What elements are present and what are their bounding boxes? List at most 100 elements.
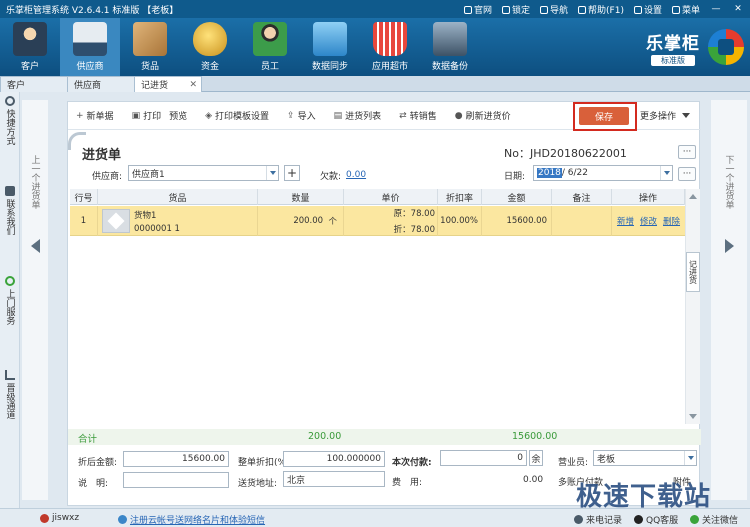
- scroll-down-icon[interactable]: [689, 414, 697, 419]
- help-icon: [578, 5, 587, 14]
- next-document-nav[interactable]: 下一个进货单: [711, 100, 747, 500]
- tab-bar: 客户 供应商 记进货 ✕: [0, 76, 750, 92]
- purchase-side-handle[interactable]: 记进货: [686, 252, 700, 292]
- more-actions-dropdown[interactable]: 更多操作: [640, 109, 691, 122]
- app-market-icon: [373, 22, 407, 56]
- phone-icon: [574, 515, 583, 524]
- wechat-icon: [690, 515, 699, 524]
- toolbar-sync-button[interactable]: 数据同步: [300, 18, 360, 76]
- tab-close-icon[interactable]: ✕: [189, 80, 197, 90]
- refresh-price-button[interactable]: ● 刷新进货价: [454, 109, 511, 123]
- settings-link[interactable]: 设置: [633, 3, 662, 16]
- cell-price[interactable]: 原：78.00 折：78.00: [344, 206, 438, 236]
- cell-qty[interactable]: 200.00 个: [258, 206, 344, 236]
- preview-button[interactable]: 预览: [169, 109, 187, 122]
- call-log-link[interactable]: 来电记录: [574, 513, 622, 526]
- col-header-discount: 折扣率: [438, 189, 482, 205]
- toolbar-app-market-button[interactable]: 应用超市: [360, 18, 420, 76]
- purchase-panel: + 新单据 ▣ 打印 预览 ◈ 打印模板设置 ⇪ 导入 ▤ 进货列表 ⇄ 转销售 ● 刷新进货…: [67, 101, 701, 506]
- import-button[interactable]: ⇪ 导入: [287, 109, 316, 123]
- follow-wechat-link[interactable]: 关注微信: [690, 513, 738, 526]
- table-row[interactable]: 1 货物1 0000001 1 200.00 个 原：78.00 折：78.00…: [70, 206, 685, 236]
- document-more-button[interactable]: ···: [678, 145, 696, 159]
- toolbar-backup-button[interactable]: 数据备份: [420, 18, 480, 76]
- after-discount-field[interactable]: 15600.00: [123, 451, 229, 467]
- table-scrollbar[interactable]: [685, 189, 700, 424]
- seller-select[interactable]: 老板: [593, 450, 697, 466]
- new-document-button[interactable]: + 新单据: [76, 109, 114, 123]
- minimize-button[interactable]: —: [710, 4, 722, 14]
- row-add-link[interactable]: 新增: [617, 215, 634, 227]
- owed-amount-link[interactable]: 0.00: [346, 170, 366, 180]
- note-label: 说 明:: [78, 479, 109, 489]
- fee-value: 0.00: [523, 475, 544, 485]
- import-icon: ⇪: [287, 110, 295, 121]
- note-field[interactable]: [123, 472, 229, 488]
- address-field[interactable]: 北京: [283, 471, 385, 487]
- current-user: jiswxz: [40, 513, 79, 523]
- print-template-button[interactable]: ◈ 打印模板设置: [205, 109, 269, 123]
- row-edit-link[interactable]: 修改: [640, 215, 657, 227]
- purchase-list-button[interactable]: ▤ 进货列表: [333, 109, 382, 123]
- supplier-select[interactable]: 供应商1: [128, 165, 279, 181]
- date-picker[interactable]: 2018/ 6/22: [533, 165, 673, 181]
- sidebar-item-upgrade[interactable]: 晋级通道: [0, 370, 20, 419]
- sidebar-item-shortcuts[interactable]: 快捷方式: [0, 96, 20, 145]
- balance-button[interactable]: 余: [529, 450, 543, 466]
- whole-discount-field[interactable]: 100.000000: [283, 451, 385, 467]
- save-button[interactable]: 保存: [579, 107, 629, 125]
- official-site-link[interactable]: 官网: [463, 3, 492, 16]
- add-supplier-button[interactable]: +: [284, 165, 300, 181]
- menu-icon: [671, 5, 680, 14]
- toolbar-customer-button[interactable]: 客户: [0, 18, 60, 76]
- address-label: 送货地址:: [238, 479, 278, 489]
- print-button[interactable]: ▣ 打印: [132, 109, 162, 123]
- cell-line-no: 1: [70, 206, 98, 236]
- whole-discount-label: 整单折扣(%): [238, 458, 290, 468]
- sidebar-item-onsite-service[interactable]: 上门服务: [0, 276, 20, 325]
- scroll-up-icon[interactable]: [689, 194, 697, 199]
- upgrade-icon: [5, 370, 15, 380]
- cell-goods[interactable]: 货物1 0000001 1: [98, 206, 258, 236]
- register-link[interactable]: 注册云帐号送网络名片和体验短信: [118, 513, 265, 526]
- toolbar-supplier-button[interactable]: 供应商: [60, 18, 120, 76]
- tab-supplier[interactable]: 供应商: [67, 76, 135, 92]
- cell-amount[interactable]: 15600.00: [482, 206, 552, 236]
- toolbar-funds-button[interactable]: 资金: [180, 18, 240, 76]
- brand-edition: 标准版: [651, 54, 695, 66]
- lock-link[interactable]: 锁定: [502, 3, 530, 16]
- title-bar: 乐掌柜管理系统 V2.6.4.1 标准版 【老板】 官网 锁定 导航 帮助(F1…: [0, 0, 750, 18]
- main-toolbar: 客户 供应商 货品 资金 员工 数据同步 应用超市 数据备份 乐掌柜 标准版: [0, 18, 750, 76]
- customer-icon: [13, 22, 47, 56]
- close-button[interactable]: ✕: [732, 4, 744, 14]
- col-header-remark: 备注: [552, 189, 612, 205]
- toolbar-goods-button[interactable]: 货品: [120, 18, 180, 76]
- backup-icon: [433, 22, 467, 56]
- list-icon: ▤: [333, 110, 343, 121]
- navigation-link[interactable]: 导航: [540, 3, 568, 16]
- cell-remark[interactable]: [552, 206, 612, 236]
- date-more-button[interactable]: ···: [678, 167, 696, 181]
- totals-amount: 15600.00: [512, 431, 558, 442]
- sidebar-item-contact[interactable]: 联系我们: [0, 186, 20, 235]
- help-link[interactable]: 帮助(F1): [578, 3, 624, 16]
- tab-purchase-entry[interactable]: 记进货 ✕: [134, 76, 202, 92]
- col-header-amount: 金额: [482, 189, 552, 205]
- tag-icon: ◈: [205, 110, 213, 121]
- to-sales-button[interactable]: ⇄ 转销售: [399, 109, 437, 123]
- menu-link[interactable]: 菜单: [671, 3, 700, 16]
- prev-document-nav[interactable]: 上一个进货单: [22, 100, 48, 500]
- totals-label: 合计: [78, 434, 98, 445]
- payment-label: 本次付款:: [392, 458, 432, 468]
- col-header-goods: 货品: [98, 189, 258, 205]
- tab-customer[interactable]: 客户: [0, 76, 68, 92]
- chevron-right-icon: [724, 239, 734, 253]
- qq-support-link[interactable]: QQ客服: [634, 513, 678, 526]
- toolbar-employee-button[interactable]: 员工: [240, 18, 300, 76]
- cell-discount[interactable]: 100.00%: [438, 206, 482, 236]
- refresh-icon: ●: [454, 110, 463, 121]
- payment-field[interactable]: 0: [440, 450, 527, 466]
- owed-label: 欠款:: [320, 172, 342, 182]
- totals-qty: 200.00: [308, 431, 342, 442]
- row-delete-link[interactable]: 删除: [663, 215, 680, 227]
